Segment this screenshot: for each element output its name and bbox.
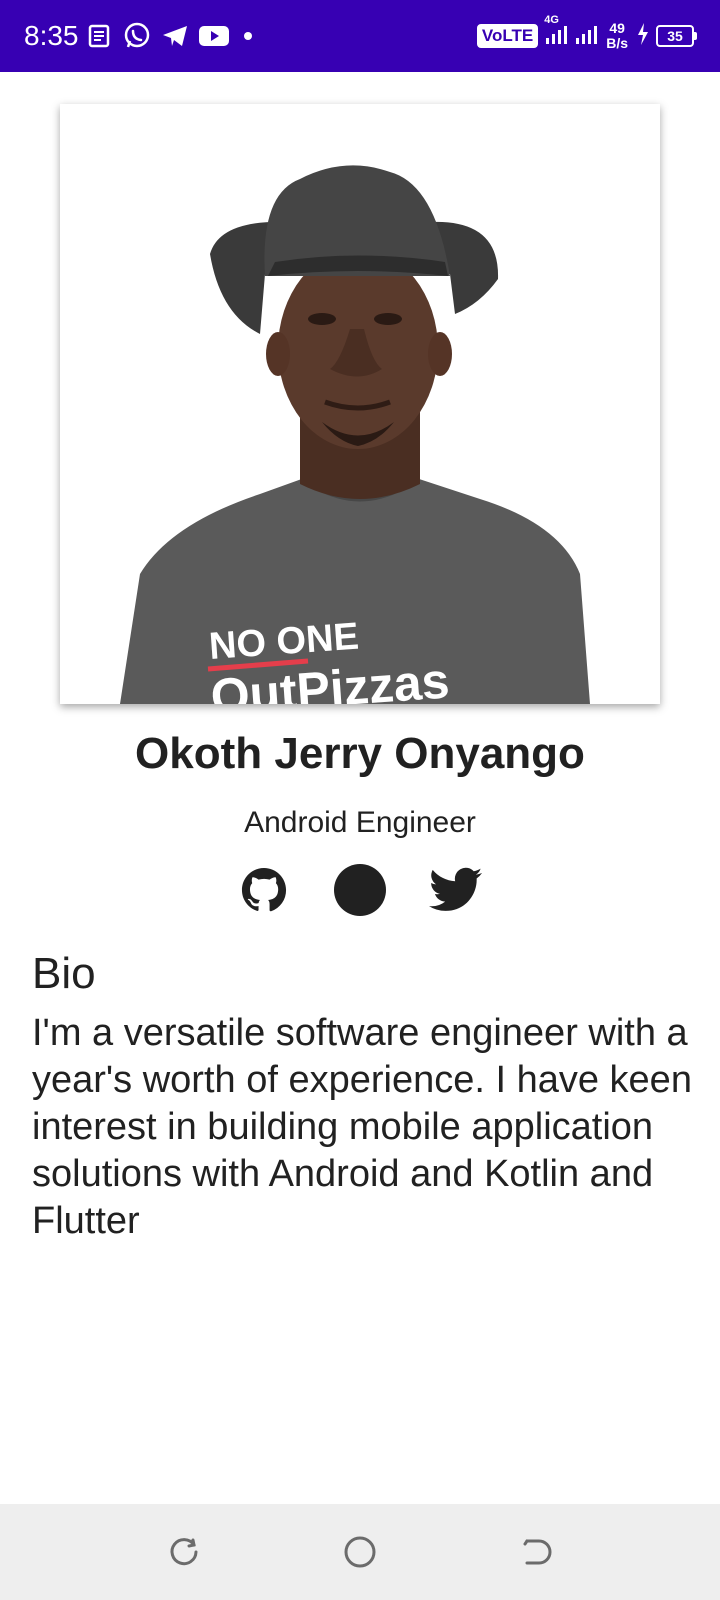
net-speed-value: 49 [609, 20, 625, 36]
telegram-icon [160, 21, 190, 51]
home-icon [344, 1536, 376, 1568]
recents-icon [170, 1538, 198, 1566]
github-button[interactable] [236, 862, 292, 918]
profile-photo: NO ONE OutPizzas [60, 104, 660, 704]
system-icons: VoLTE 4G 49 B/s 35 [476, 14, 697, 56]
bio-text: I'm a versatile software engineer with a… [32, 1012, 692, 1242]
signal-icon [574, 22, 598, 51]
dot-icon [238, 26, 258, 46]
twitter-icon [429, 867, 483, 911]
volte-badge: VoLTE [476, 24, 539, 48]
net-speed-unit: B/s [606, 35, 628, 51]
twitter-button[interactable] [428, 862, 484, 918]
battery-icon: 35 [656, 25, 697, 47]
social-links [0, 862, 720, 918]
signal-icon: 4G [544, 14, 568, 51]
status-time: 8:35 [24, 20, 79, 51]
bio-title: Bio [32, 949, 96, 998]
notification-icons [86, 18, 258, 54]
recents-button[interactable] [164, 1532, 204, 1572]
net-speed: 49 B/s [606, 21, 628, 51]
charging-icon [636, 22, 650, 51]
navigation-bar [0, 1504, 720, 1600]
slack-icon [334, 864, 386, 916]
back-button[interactable] [516, 1532, 556, 1572]
github-icon [241, 867, 287, 912]
slack-button[interactable] [332, 862, 388, 918]
whatsapp-icon [122, 21, 152, 51]
youtube-icon [198, 22, 230, 50]
home-button[interactable] [340, 1532, 380, 1572]
network-type: 4G [544, 13, 559, 26]
back-icon [523, 1539, 552, 1565]
profile-name: Okoth Jerry Onyango [135, 729, 585, 778]
news-icon [86, 22, 114, 50]
status-bar: 8:35 VoLTE 4G 49 B/s 35 [0, 0, 720, 72]
profile-role: Android Engineer [244, 806, 476, 839]
